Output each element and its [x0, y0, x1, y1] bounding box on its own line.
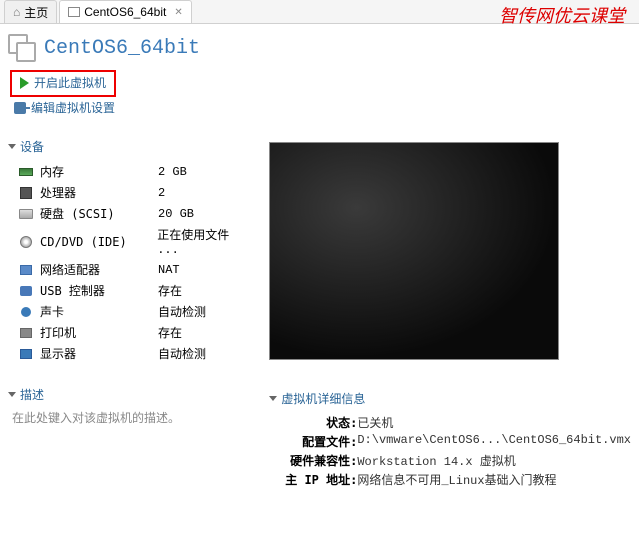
- detail-value: 网络信息不可用_Linux基础入门教程: [357, 471, 631, 488]
- description-header[interactable]: 描述: [8, 386, 257, 403]
- caret-down-icon: [8, 392, 16, 397]
- close-icon[interactable]: ✕: [174, 7, 182, 18]
- details-header[interactable]: 虚拟机详细信息: [269, 390, 631, 407]
- device-value: 2 GB: [158, 165, 187, 179]
- caret-down-icon: [8, 144, 16, 149]
- vm-preview[interactable]: [269, 142, 559, 360]
- detail-row: 硬件兼容性: Workstation 14.x 虚拟机: [283, 451, 631, 470]
- wrench-icon: [14, 102, 26, 114]
- device-list: 内存2 GB处理器2硬盘 (SCSI)20 GBCD/DVD (IDE)正在使用…: [8, 161, 257, 364]
- tab-label: CentOS6_64bit: [84, 5, 166, 19]
- device-name: USB 控制器: [40, 282, 158, 299]
- cd-icon: [18, 236, 34, 248]
- sound-icon: [18, 306, 34, 318]
- detail-row: 配置文件: D:\vmware\CentOS6...\CentOS6_64bit…: [283, 432, 631, 451]
- detail-value: 已关机: [357, 414, 631, 431]
- device-row[interactable]: 声卡自动检测: [18, 301, 257, 322]
- device-name: 打印机: [40, 324, 158, 341]
- device-name: 处理器: [40, 184, 158, 201]
- device-row[interactable]: USB 控制器存在: [18, 280, 257, 301]
- device-name: 内存: [40, 163, 158, 180]
- device-name: 显示器: [40, 345, 158, 362]
- detail-row: 状态: 已关机: [283, 413, 631, 432]
- cpu-icon: [18, 187, 34, 199]
- detail-value: D:\vmware\CentOS6...\CentOS6_64bit.vmx: [357, 433, 631, 450]
- vm-title-row: CentOS6_64bit: [0, 24, 639, 66]
- device-name: 硬盘 (SCSI): [40, 205, 158, 222]
- watermark-text: 智传网优云课堂: [499, 2, 625, 28]
- description-title: 描述: [20, 386, 44, 403]
- edit-settings-label: 编辑虚拟机设置: [31, 99, 115, 116]
- vm-actions: 开启此虚拟机 编辑虚拟机设置: [0, 66, 639, 122]
- display-icon: [18, 348, 34, 360]
- detail-list: 状态: 已关机配置文件: D:\vmware\CentOS6...\CentOS…: [269, 413, 631, 489]
- devices-title: 设备: [20, 138, 44, 155]
- tab-label: 主页: [24, 4, 48, 21]
- usb-icon: [18, 285, 34, 297]
- detail-label: 配置文件:: [283, 433, 357, 450]
- device-row[interactable]: 处理器2: [18, 182, 257, 203]
- device-row[interactable]: 内存2 GB: [18, 161, 257, 182]
- tab-home[interactable]: ⌂ 主页: [4, 0, 57, 23]
- device-name: 网络适配器: [40, 261, 158, 278]
- device-name: 声卡: [40, 303, 158, 320]
- device-value: 2: [158, 186, 165, 200]
- net-icon: [18, 264, 34, 276]
- detail-row: 主 IP 地址: 网络信息不可用_Linux基础入门教程: [283, 470, 631, 489]
- device-name: CD/DVD (IDE): [40, 235, 157, 249]
- device-value: 正在使用文件 ...: [157, 226, 257, 257]
- detail-label: 硬件兼容性:: [283, 452, 357, 469]
- right-panel: 虚拟机详细信息 状态: 已关机配置文件: D:\vmware\CentOS6..…: [269, 138, 631, 489]
- print-icon: [18, 327, 34, 339]
- description-placeholder[interactable]: 在此处键入对该虚拟机的描述。: [8, 409, 257, 426]
- edit-settings-button[interactable]: 编辑虚拟机设置: [10, 97, 629, 118]
- detail-value: Workstation 14.x 虚拟机: [357, 452, 631, 469]
- device-value: 自动检测: [158, 345, 206, 362]
- left-panel: 设备 内存2 GB处理器2硬盘 (SCSI)20 GBCD/DVD (IDE)正…: [8, 138, 257, 489]
- device-value: 存在: [158, 324, 182, 341]
- play-icon: [20, 77, 29, 89]
- disk-icon: [18, 208, 34, 220]
- details-title: 虚拟机详细信息: [281, 390, 365, 407]
- vm-title: CentOS6_64bit: [44, 37, 200, 60]
- mem-icon: [18, 166, 34, 178]
- vm-group-icon: [8, 34, 36, 62]
- device-row[interactable]: 显示器自动检测: [18, 343, 257, 364]
- device-value: NAT: [158, 263, 180, 277]
- vm-tabs-icon: [68, 7, 80, 17]
- device-row[interactable]: 网络适配器NAT: [18, 259, 257, 280]
- device-value: 20 GB: [158, 207, 194, 221]
- home-icon: ⌂: [13, 5, 20, 19]
- detail-label: 状态:: [283, 414, 357, 431]
- devices-header[interactable]: 设备: [8, 138, 257, 155]
- power-on-highlight: 开启此虚拟机: [10, 70, 116, 97]
- device-row[interactable]: 硬盘 (SCSI)20 GB: [18, 203, 257, 224]
- caret-down-icon: [269, 396, 277, 401]
- device-value: 存在: [158, 282, 182, 299]
- power-on-label: 开启此虚拟机: [34, 74, 106, 91]
- power-on-button[interactable]: 开启此虚拟机: [16, 72, 110, 93]
- tab-vm[interactable]: CentOS6_64bit ✕: [59, 0, 191, 23]
- device-value: 自动检测: [158, 303, 206, 320]
- device-row[interactable]: CD/DVD (IDE)正在使用文件 ...: [18, 224, 257, 259]
- device-row[interactable]: 打印机存在: [18, 322, 257, 343]
- detail-label: 主 IP 地址:: [283, 471, 357, 488]
